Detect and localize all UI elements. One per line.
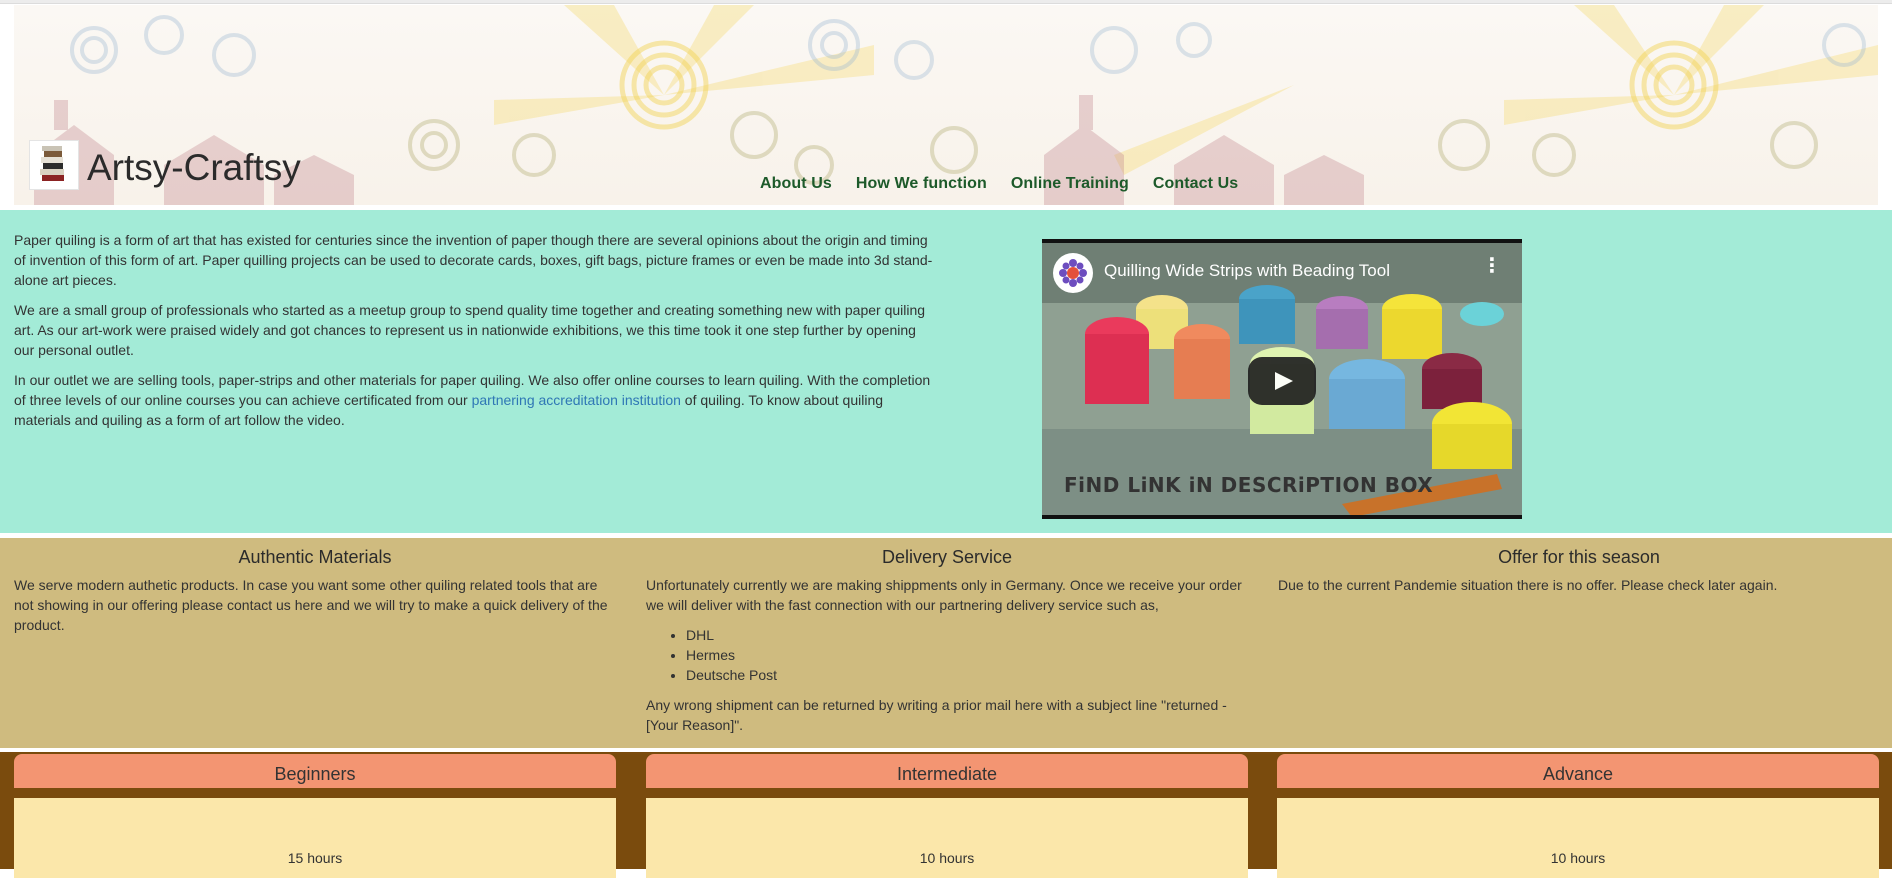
- course-body: 10 hours: [646, 798, 1248, 878]
- logo[interactable]: [29, 140, 79, 190]
- carrier-list: DHL Hermes Deutsche Post: [686, 625, 1248, 685]
- course-card-intermediate[interactable]: Intermediate 10 hours: [646, 754, 1248, 878]
- nav-about-us[interactable]: About Us: [760, 175, 844, 193]
- course-card-advance[interactable]: Advance 10 hours: [1277, 754, 1879, 878]
- nav-how-we-function[interactable]: How We function: [844, 175, 999, 193]
- intro-paragraph: We are a small group of professionals wh…: [14, 302, 926, 358]
- video-player[interactable]: Quilling Wide Strips with Beading Tool ⋮…: [1042, 239, 1522, 519]
- feature-materials: Authentic Materials We serve modern auth…: [14, 538, 616, 645]
- intro-paragraph: In our outlet we are selling tools, pape…: [14, 370, 934, 430]
- site-header: Artsy-Craftsy About Us How We function O…: [14, 5, 1878, 205]
- flower-icon: [1059, 259, 1087, 287]
- intro-text: Paper quiling is a form of art that has …: [14, 230, 934, 440]
- video-title[interactable]: Quilling Wide Strips with Beading Tool: [1104, 261, 1390, 281]
- feature-text: We serve modern authetic products. In ca…: [14, 577, 608, 633]
- play-button[interactable]: [1248, 357, 1316, 405]
- accreditation-link[interactable]: partnering accreditation institution: [472, 392, 681, 408]
- nav-contact-us[interactable]: Contact Us: [1141, 175, 1250, 193]
- intro-paragraph: Paper quiling is a form of art that has …: [14, 232, 933, 288]
- intro-section: Paper quiling is a form of art that has …: [0, 210, 1892, 533]
- course-duration: 15 hours: [287, 850, 343, 866]
- feature-text: Unfortunately currently we are making sh…: [646, 577, 1242, 613]
- course-body: 15 hours: [14, 798, 616, 878]
- more-options-icon[interactable]: ⋮: [1482, 256, 1502, 276]
- feature-delivery: Delivery Service Unfortunately currently…: [646, 538, 1248, 745]
- features-section: Authentic Materials We serve modern auth…: [0, 538, 1892, 748]
- main-nav: About Us How We function Online Training…: [760, 175, 1250, 193]
- course-duration: 10 hours: [919, 850, 975, 866]
- feature-title: Offer for this season: [1498, 547, 1660, 567]
- courses-section: Beginners 15 hours Intermediate 10 hours…: [0, 752, 1892, 878]
- carrier-item: Deutsche Post: [686, 665, 1248, 685]
- course-level: Beginners: [14, 754, 616, 788]
- video-caption: FiND LiNK iN DESCRiPTION BOX: [1064, 473, 1434, 497]
- channel-avatar[interactable]: [1053, 253, 1093, 293]
- carrier-item: DHL: [686, 625, 1248, 645]
- feature-note: Any wrong shipment can be returned by wr…: [646, 697, 1227, 733]
- nav-online-training[interactable]: Online Training: [999, 175, 1141, 193]
- course-duration: 10 hours: [1550, 850, 1606, 866]
- top-border: [0, 0, 1892, 4]
- feature-offer: Offer for this season Due to the current…: [1278, 538, 1880, 605]
- course-body: 10 hours: [1277, 798, 1879, 878]
- course-card-beginners[interactable]: Beginners 15 hours: [14, 754, 616, 878]
- feature-text: Due to the current Pandemie situation th…: [1278, 577, 1778, 593]
- carrier-item: Hermes: [686, 645, 1248, 665]
- course-level: Intermediate: [646, 754, 1248, 788]
- feature-title: Delivery Service: [881, 547, 1013, 567]
- books-logo-icon: [40, 146, 64, 181]
- site-name[interactable]: Artsy-Craftsy: [87, 147, 301, 189]
- course-level: Advance: [1277, 754, 1879, 788]
- feature-title: Authentic Materials: [238, 547, 392, 567]
